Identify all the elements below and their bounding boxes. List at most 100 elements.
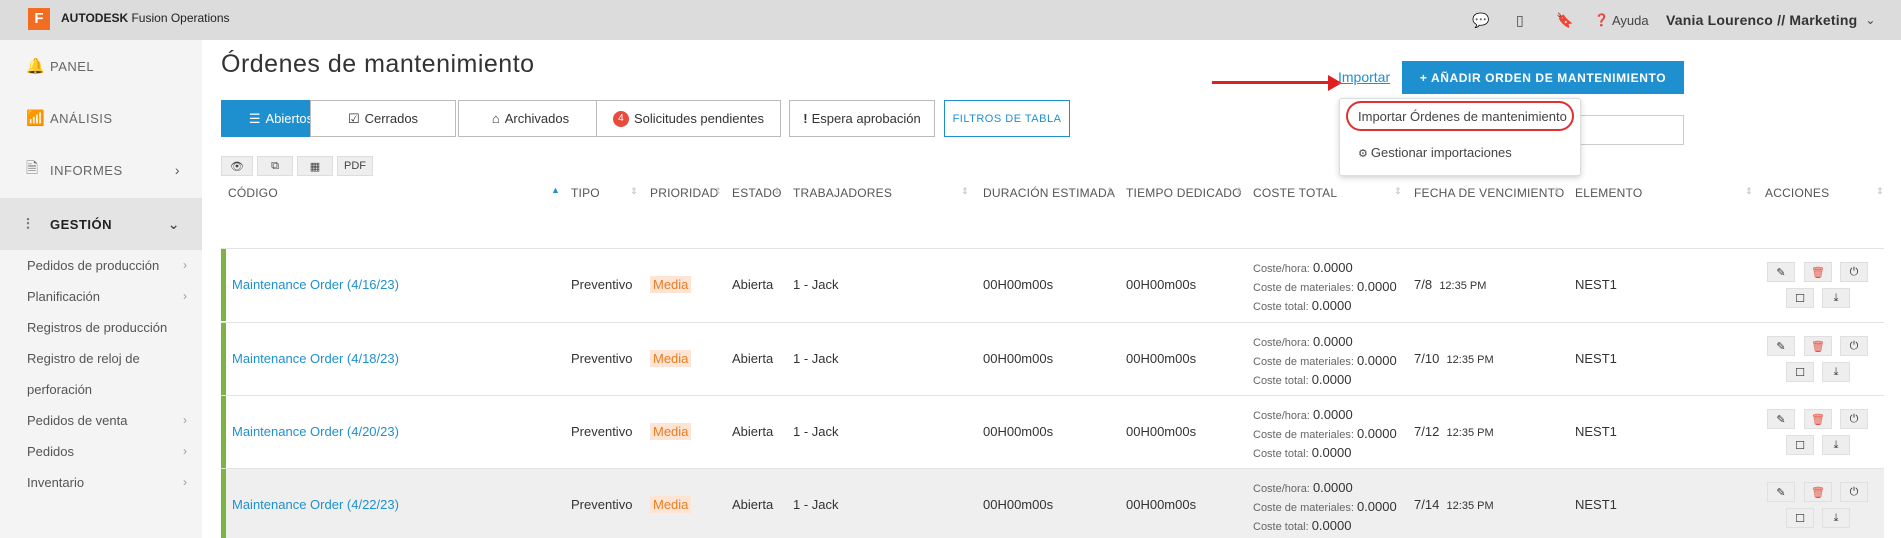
order-workers: 1 - Jack	[793, 277, 839, 292]
sidebar-subitem-pedidos-produccion[interactable]: Pedidos de producción ›	[27, 258, 187, 273]
edit-icon[interactable]: ✎	[1767, 336, 1795, 356]
row-divider	[221, 322, 1884, 323]
sort-icon[interactable]: ⇕	[1106, 186, 1114, 197]
user-menu[interactable]: Vania Lourenco // Marketing ⌄	[1666, 0, 1875, 40]
mobile-icon[interactable]: ▯	[1516, 0, 1524, 40]
order-code-link[interactable]: Maintenance Order (4/22/23)	[232, 497, 399, 512]
col-tipo[interactable]: TIPO	[571, 186, 600, 200]
sort-icon[interactable]: ⇕	[961, 186, 969, 197]
sidebar-item-informes[interactable]: 🗎 INFORMES ›	[0, 144, 202, 196]
power-icon[interactable]: ⏻	[1840, 409, 1868, 429]
col-fecha[interactable]: FECHA DE VENCIMIENTO	[1414, 186, 1564, 200]
due-date: 7/8 12:35 PM	[1414, 277, 1487, 292]
power-icon[interactable]: ⏻	[1840, 336, 1868, 356]
col-elemento[interactable]: ELEMENTO	[1575, 186, 1642, 200]
sort-icon[interactable]: ⇕	[1235, 186, 1243, 197]
check-square-icon: ☑	[347, 110, 360, 126]
bookmark-icon[interactable]: 🔖	[1556, 0, 1573, 40]
order-type: Preventivo	[571, 497, 633, 512]
app-title: AUTODESK Fusion Operations	[61, 11, 230, 25]
order-code-link[interactable]: Maintenance Order (4/18/23)	[232, 351, 399, 366]
manage-imports-item[interactable]: ⚙ Gestionar importaciones	[1358, 145, 1512, 160]
chevron-right-icon: ›	[183, 444, 187, 458]
power-icon[interactable]: ⏻	[1840, 482, 1868, 502]
delete-icon[interactable]: 🗑	[1804, 482, 1832, 502]
table-icon[interactable]: ▦	[297, 156, 333, 176]
copy-icon[interactable]: ⧉	[257, 156, 293, 176]
download-icon[interactable]: ⤓	[1822, 288, 1850, 308]
sidebar-subitem-pedidos-venta[interactable]: Pedidos de venta ›	[27, 413, 187, 428]
top-bar: F AUTODESK Fusion Operations 💬 ▯ 🔖 ❓ Ayu…	[0, 0, 1901, 40]
sort-icon[interactable]: ⇕	[773, 186, 781, 197]
order-status: Abierta	[732, 497, 774, 512]
tab-archivados[interactable]: ⌂ Archivados	[458, 100, 603, 137]
page-title: Órdenes de mantenimiento	[221, 50, 535, 78]
sidebar-subitem-registros-produccion[interactable]: Registros de producción	[27, 320, 187, 335]
col-tiempo[interactable]: TIEMPO DEDICADO	[1126, 186, 1242, 200]
edit-icon[interactable]: ✎	[1767, 482, 1795, 502]
import-link[interactable]: Importar	[1338, 69, 1390, 85]
tab-espera-aprobacion[interactable]: ! Espera aprobación	[789, 100, 935, 137]
order-code-link[interactable]: Maintenance Order (4/16/23)	[232, 277, 399, 292]
document-icon: 🗎	[26, 159, 39, 177]
checkbox-icon[interactable]: ☐	[1786, 362, 1814, 382]
download-icon[interactable]: ⤓	[1822, 362, 1850, 382]
sort-icon[interactable]: ⇕	[714, 186, 722, 197]
sidebar-item-panel[interactable]: 🔔 PANEL	[0, 40, 202, 92]
priority-tag: Media	[650, 276, 692, 293]
bar-chart-icon: 📶	[26, 110, 46, 127]
col-prioridad[interactable]: PRIORIDAD	[650, 186, 718, 200]
tab-cerrados[interactable]: ☑ Cerrados	[310, 100, 456, 137]
table-filters-button[interactable]: FILTROS DE TABLA	[944, 100, 1070, 137]
col-codigo[interactable]: CÓDIGO	[228, 186, 278, 200]
eye-icon[interactable]: 👁	[221, 156, 253, 176]
chat-icon[interactable]: 💬	[1472, 0, 1489, 40]
tab-solicitudes-pendientes[interactable]: 4 Solicitudes pendientes	[596, 100, 781, 137]
import-orders-item[interactable]: Importar Órdenes de mantenimiento	[1358, 109, 1567, 124]
sort-icon[interactable]: ⇕	[1553, 186, 1561, 197]
order-type: Preventivo	[571, 277, 633, 292]
checkbox-icon[interactable]: ☐	[1786, 508, 1814, 528]
sidebar-subitem-pedidos[interactable]: Pedidos ›	[27, 444, 187, 459]
sidebar-item-analisis[interactable]: 📶 ANÁLISIS	[0, 92, 202, 144]
search-input[interactable]	[1564, 115, 1684, 145]
pdf-button[interactable]: PDF	[337, 156, 373, 176]
chevron-right-icon: ›	[183, 258, 187, 272]
cost-hour: Coste/hora: 0.0000	[1253, 480, 1353, 495]
sort-icon[interactable]: ⇕	[1394, 186, 1402, 197]
edit-icon[interactable]: ✎	[1767, 409, 1795, 429]
checkbox-icon[interactable]: ☐	[1786, 435, 1814, 455]
order-code-link[interactable]: Maintenance Order (4/20/23)	[232, 424, 399, 439]
row-divider	[221, 395, 1884, 396]
col-trabajadores[interactable]: TRABAJADORES	[793, 186, 892, 200]
sidebar-subitem-inventario[interactable]: Inventario ›	[27, 475, 187, 490]
delete-icon[interactable]: 🗑	[1804, 262, 1832, 282]
sidebar-item-gestion[interactable]: ⫶ GESTIÓN ⌄	[0, 198, 202, 250]
checkbox-icon[interactable]: ☐	[1786, 288, 1814, 308]
sidebar-subitem-registro-reloj-cont[interactable]: perforación	[27, 382, 187, 397]
download-icon[interactable]: ⤓	[1822, 435, 1850, 455]
sort-asc-icon[interactable]: ▲	[551, 185, 560, 195]
time-spent: 00H00m00s	[1126, 497, 1197, 512]
sort-icon[interactable]: ⇕	[1745, 186, 1753, 197]
download-icon[interactable]: ⤓	[1822, 508, 1850, 528]
cost-total: Coste total: 0.0000	[1253, 372, 1352, 387]
inbox-icon: ⌂	[491, 111, 500, 126]
help-link[interactable]: ❓ Ayuda	[1594, 0, 1649, 40]
element-name: NEST1	[1575, 277, 1617, 292]
sidebar-subitem-planificacion[interactable]: Planificación ›	[27, 289, 187, 304]
col-duracion[interactable]: DURACIÓN ESTIMADA	[983, 186, 1115, 200]
power-icon[interactable]: ⏻	[1840, 262, 1868, 282]
order-type: Preventivo	[571, 351, 633, 366]
delete-icon[interactable]: 🗑	[1804, 409, 1832, 429]
edit-icon[interactable]: ✎	[1767, 262, 1795, 282]
col-coste[interactable]: COSTE TOTAL	[1253, 186, 1337, 200]
delete-icon[interactable]: 🗑	[1804, 336, 1832, 356]
element-name: NEST1	[1575, 424, 1617, 439]
cost-total: Coste total: 0.0000	[1253, 518, 1352, 533]
order-workers: 1 - Jack	[793, 497, 839, 512]
sort-icon[interactable]: ⇕	[630, 186, 638, 197]
sort-icon[interactable]: ⇕	[1876, 186, 1884, 197]
sidebar-subitem-registro-reloj[interactable]: Registro de reloj de	[27, 351, 187, 366]
add-maintenance-order-button[interactable]: + AÑADIR ORDEN DE MANTENIMIENTO	[1402, 61, 1684, 94]
